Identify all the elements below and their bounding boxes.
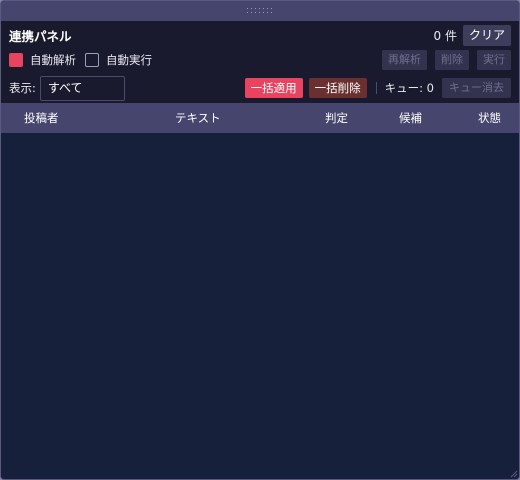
display-filter-select[interactable]: すべて [39,75,125,101]
delete-button[interactable]: 削除 [435,50,469,70]
bulk-delete-button[interactable]: 一括削除 [308,78,367,98]
queue-count: キュー: 0 [384,81,434,95]
auto-analyze-checkbox[interactable] [9,53,23,67]
column-header-poster[interactable]: 投稿者 [24,103,59,133]
reanalyze-button[interactable]: 再解析 [382,50,427,70]
auto-execute-label: 自動実行 [106,53,152,67]
table-body [1,133,519,479]
divider [375,82,377,94]
integration-panel-window: 連携パネル 0 件 クリア 自動解析 自動実行 再解析 削除 実行 表示: すべ… [0,0,520,480]
options-row: 自動解析 自動実行 再解析 削除 実行 [9,47,511,73]
queue-clear-button[interactable]: キュー消去 [442,78,511,98]
panel-title: 連携パネル [9,28,72,44]
bulk-apply-button[interactable]: 一括適用 [244,78,303,98]
execute-button[interactable]: 実行 [477,50,511,70]
table-header: 投稿者 テキスト 判定 候補 状態 [1,103,519,133]
filter-row: 表示: すべて 一括適用 一括削除 キュー: 0 キュー消去 [9,73,511,103]
display-label: 表示: [9,81,36,95]
grip-icon [247,8,273,14]
auto-analyze-label: 自動解析 [30,53,76,67]
column-header-judgment[interactable]: 判定 [325,103,348,133]
clear-button[interactable]: クリア [462,24,511,46]
auto-execute-checkbox[interactable] [85,53,99,67]
title-row: 連携パネル 0 件 クリア [9,21,511,47]
drag-handle[interactable] [1,1,519,21]
column-header-text[interactable]: テキスト [175,103,221,133]
item-count: 0 件 [433,28,457,43]
column-header-status[interactable]: 状態 [478,103,501,133]
panel-header: 連携パネル 0 件 クリア 自動解析 自動実行 再解析 削除 実行 表示: すべ… [1,21,519,103]
resize-grip-icon[interactable] [508,468,518,478]
column-header-candidate[interactable]: 候補 [399,103,422,133]
